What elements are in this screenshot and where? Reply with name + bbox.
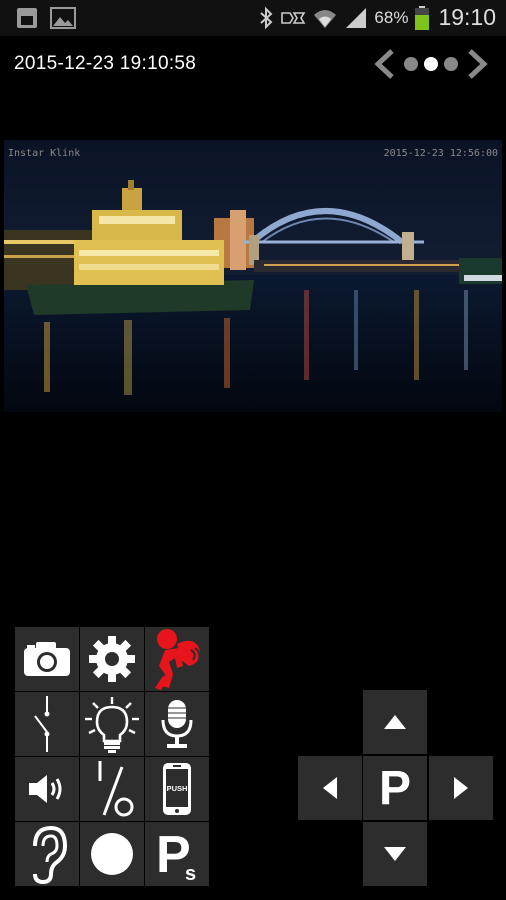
- light-button[interactable]: [80, 692, 144, 756]
- switch-icon: [34, 696, 50, 752]
- bluetooth-icon: [260, 6, 273, 29]
- chevron-left-icon[interactable]: [372, 48, 398, 80]
- home-preset-button[interactable]: P: [363, 756, 427, 820]
- pan-down-button[interactable]: [363, 822, 427, 886]
- signal-exchange-icon: [281, 11, 306, 24]
- preset-button[interactable]: P s: [145, 822, 209, 886]
- listen-button[interactable]: [15, 822, 79, 886]
- light-bulb-icon: [85, 697, 139, 753]
- image-notification-icon: [50, 7, 76, 29]
- chevron-right-icon[interactable]: [464, 48, 490, 80]
- microphone-button[interactable]: [145, 692, 209, 756]
- relay-switch-button[interactable]: [15, 692, 79, 756]
- push-label: PUSH: [167, 784, 188, 793]
- ear-icon: [33, 825, 68, 884]
- control-grid: PUSH P s: [15, 627, 209, 887]
- speaker-icon: [29, 775, 62, 803]
- percent-button[interactable]: [80, 757, 144, 821]
- percent-icon: [98, 761, 134, 817]
- battery-percent: 68%: [374, 7, 409, 27]
- wifi-icon: [314, 9, 337, 28]
- sim-card-icon: [17, 8, 37, 28]
- speaker-button[interactable]: [15, 757, 79, 821]
- arrow-right-icon: [454, 777, 468, 799]
- status-bar: 68% 19:10: [0, 0, 506, 36]
- alarm-button[interactable]: [145, 627, 209, 691]
- push-notification-button[interactable]: PUSH: [145, 757, 209, 821]
- page-dot[interactable]: [404, 57, 418, 71]
- record-icon: [91, 833, 133, 875]
- dpad-center-label: P: [378, 761, 411, 815]
- preset-ps-icon: P s: [156, 826, 196, 882]
- ptz-dpad: P: [298, 690, 493, 886]
- push-phone-icon: PUSH: [163, 763, 191, 815]
- status-clock: 19:10: [438, 4, 496, 30]
- microphone-icon: [161, 700, 193, 748]
- camera-icon: [24, 642, 70, 676]
- page-indicator: [372, 48, 490, 80]
- pan-left-button[interactable]: [298, 756, 362, 820]
- snapshot-button[interactable]: [15, 627, 79, 691]
- arrow-up-icon: [384, 715, 406, 729]
- pan-up-button[interactable]: [363, 690, 427, 754]
- settings-button[interactable]: [80, 627, 144, 691]
- page-dot[interactable]: [444, 57, 458, 71]
- preset-s-label: s: [185, 863, 196, 882]
- harbour-night-scene: [4, 140, 502, 412]
- record-button[interactable]: [80, 822, 144, 886]
- page-dot-active[interactable]: [424, 57, 438, 71]
- alarm-burglar-icon: [155, 629, 201, 690]
- camera-datetime: 2015-12-23 19:10:58: [14, 53, 197, 74]
- camera-timestamp-overlay: 2015-12-23 12:56:00: [383, 148, 498, 159]
- settings-gear-icon: [89, 636, 135, 682]
- camera-video-feed[interactable]: Instar Klink 2015-12-23 12:56:00: [4, 140, 502, 412]
- pan-right-button[interactable]: [429, 756, 493, 820]
- cell-signal-icon: [346, 7, 367, 28]
- camera-name-overlay: Instar Klink: [8, 148, 81, 159]
- arrow-down-icon: [384, 847, 406, 861]
- arrow-left-icon: [323, 777, 337, 799]
- battery-icon: [415, 5, 430, 30]
